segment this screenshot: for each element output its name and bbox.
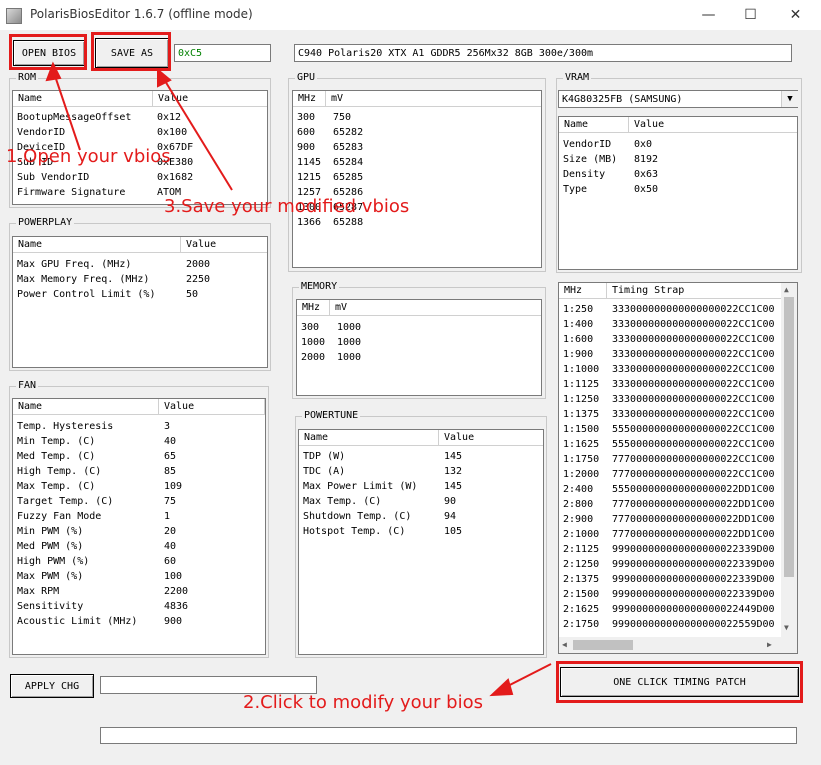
arrow-save-head [157, 67, 172, 88]
arrow-save-line [161, 75, 233, 191]
arrow-open-head [45, 61, 62, 82]
annotation-save: 3.Save your modified vbios [164, 196, 410, 217]
annotation-modify: 2.Click to modify your bios [243, 692, 483, 713]
arrow-open-line [52, 69, 81, 151]
arrow-modify-head [489, 678, 514, 697]
annotation-open: 1.Open your vbios [6, 146, 171, 167]
annotation-arrows [45, 61, 552, 697]
